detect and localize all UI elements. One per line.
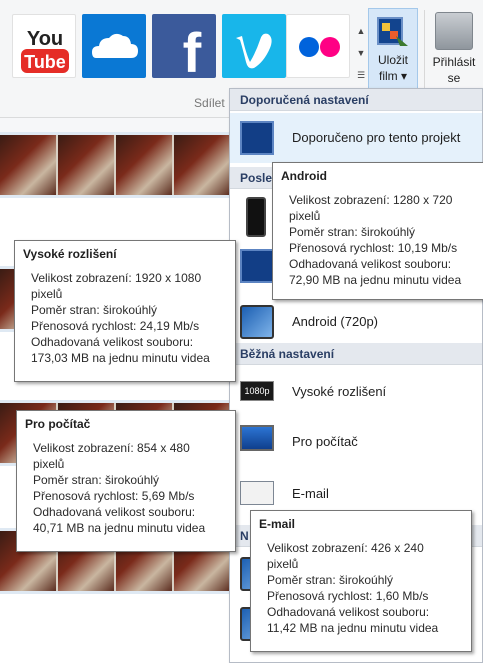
envelope-icon — [240, 481, 274, 505]
tooltip-line: Odhadovaná velikost souboru: — [31, 335, 194, 349]
signin-line2: se — [447, 71, 461, 85]
menu-item-recommended[interactable]: Doporučeno pro tento projekt — [230, 113, 482, 163]
tooltip-title: Vysoké rozlišení — [23, 247, 117, 261]
tooltip-line: Poměr stran: širokoúhlý — [289, 225, 416, 239]
tooltip-android: Android Velikost zobrazení: 1280 x 720 p… — [272, 162, 483, 300]
movie-icon — [240, 249, 274, 283]
menu-heading-common: Běžná nastavení — [230, 343, 482, 365]
tooltip-line: 11,42 MB na jednu minutu videa — [267, 621, 439, 635]
tooltip-line: Odhadovaná velikost souboru: — [289, 257, 452, 271]
gallery-scroll: ▲ ▼ ☰ — [354, 20, 368, 90]
tooltip-line: Odhadovaná velikost souboru: — [33, 505, 196, 519]
youtube-icon: You Tube — [21, 28, 69, 73]
tooltip-line: 40,71 MB na jednu minutu videa — [33, 521, 206, 535]
tooltip-high-resolution: Vysoké rozlišení Velikost zobrazení: 192… — [14, 240, 236, 382]
tooltip-line: 173,03 MB na jednu minutu videa — [31, 351, 210, 365]
storyboard — [0, 118, 232, 663]
menu-item-label: Android (720p) — [292, 314, 378, 329]
save-line2: film ▾ — [378, 69, 408, 83]
gallery-up-icon[interactable]: ▲ — [354, 20, 368, 42]
facebook-icon: f — [183, 21, 202, 84]
tooltip-line: Velikost zobrazení: 854 x 480 — [33, 441, 190, 455]
tooltip-line: Přenosová rychlost: 1,60 Mb/s — [267, 589, 429, 603]
tooltip-title: Pro počítač — [25, 417, 91, 431]
clip-strip[interactable] — [0, 132, 232, 198]
signin-line1: Přihlásit — [432, 55, 476, 69]
flickr-button[interactable] — [286, 14, 350, 78]
save-movie-icon — [377, 17, 408, 46]
tooltip-title: E-mail — [259, 517, 296, 531]
ribbon-separator — [424, 10, 425, 90]
tooltip-line: Poměr stran: širokoúhlý — [31, 303, 158, 317]
tooltip-line: pixelů — [267, 557, 299, 571]
phone-icon — [246, 197, 266, 237]
tooltip-email: E-mail Velikost zobrazení: 426 x 240 pix… — [250, 510, 472, 652]
svg-text:f: f — [183, 21, 202, 78]
tooltip-line: Přenosová rychlost: 10,19 Mb/s — [289, 241, 458, 255]
onedrive-button[interactable] — [82, 14, 146, 78]
menu-item-android[interactable]: Android (720p) — [230, 297, 482, 347]
tooltip-line: Přenosová rychlost: 5,69 Mb/s — [33, 489, 195, 503]
tooltip-line: Odhadovaná velikost souboru: — [267, 605, 430, 619]
person-icon — [435, 12, 473, 50]
facebook-button[interactable]: f — [152, 14, 216, 84]
monitor-icon — [240, 425, 274, 451]
tooltip-line: pixelů — [33, 457, 65, 471]
tooltip-line: Velikost zobrazení: 1280 x 720 — [289, 193, 453, 207]
svg-text:Tube: Tube — [24, 52, 66, 72]
tooltip-line: Velikost zobrazení: 426 x 240 — [267, 541, 424, 555]
vimeo-icon — [236, 33, 272, 69]
tooltip-line: Poměr stran: širokoúhlý — [267, 573, 394, 587]
ribbon-group-label: Sdílet — [194, 96, 225, 110]
tooltip-title: Android — [281, 169, 327, 183]
save-movie-button[interactable]: Uložit film ▾ — [368, 8, 418, 90]
flickr-icon — [299, 37, 340, 57]
menu-item-computer[interactable]: Pro počítač — [230, 417, 482, 467]
tooltip-line: pixelů — [289, 209, 321, 223]
tablet-icon — [240, 305, 274, 339]
tooltip-line: Velikost zobrazení: 1920 x 1080 — [31, 271, 202, 285]
youtube-button[interactable]: You Tube — [12, 14, 76, 78]
menu-item-label: E-mail — [292, 486, 329, 501]
menu-item-label: Doporučeno pro tento projekt — [292, 130, 461, 145]
tooltip-line: 72,90 MB na jednu minutu videa — [289, 273, 462, 287]
gallery-more-icon[interactable]: ☰ — [354, 64, 368, 86]
gallery-down-icon[interactable]: ▼ — [354, 42, 368, 64]
menu-item-label: Vysoké rozlišení — [292, 384, 387, 399]
save-line1: Uložit — [377, 53, 408, 67]
cloud-icon — [92, 33, 138, 58]
tooltip-line: Poměr stran: širokoúhlý — [33, 473, 160, 487]
hd-1080p-icon: 1080p — [240, 381, 274, 401]
menu-heading-recommended: Doporučená nastavení — [230, 89, 482, 111]
vimeo-button[interactable] — [222, 14, 286, 78]
sign-in-button[interactable]: Přihlásit se — [428, 8, 480, 90]
movie-icon — [240, 121, 274, 155]
tooltip-line: Přenosová rychlost: 24,19 Mb/s — [31, 319, 200, 333]
tooltip-line: pixelů — [31, 287, 63, 301]
menu-item-high-resolution[interactable]: 1080p Vysoké rozlišení — [230, 367, 482, 417]
share-gallery: You Tube f ▲ ▼ ☰ — [6, 8, 365, 88]
menu-item-label: Pro počítač — [292, 434, 358, 449]
svg-text:You: You — [27, 28, 63, 50]
tooltip-computer: Pro počítač Velikost zobrazení: 854 x 48… — [16, 410, 236, 552]
